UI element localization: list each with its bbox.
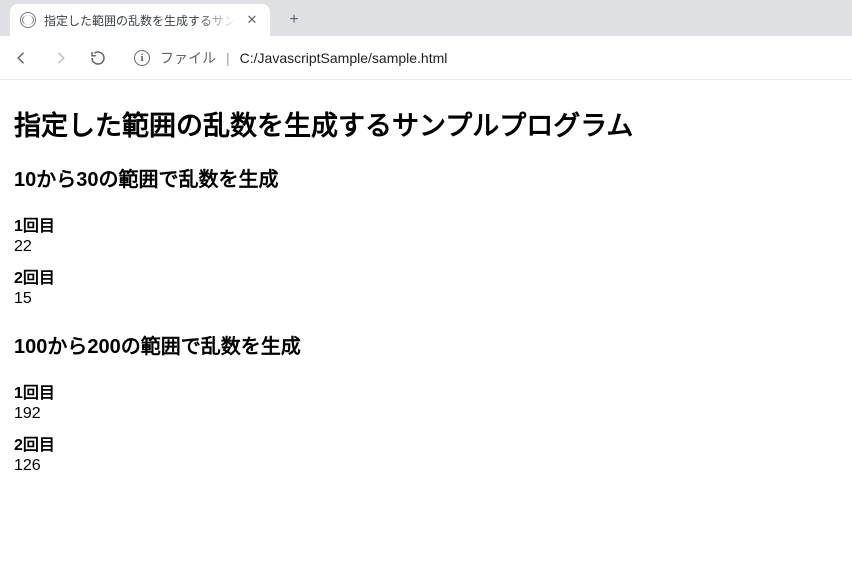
back-button[interactable] bbox=[10, 46, 34, 70]
trial-label: 2回目 bbox=[14, 431, 838, 455]
new-tab-button[interactable]: + bbox=[280, 6, 308, 34]
reload-button[interactable] bbox=[86, 46, 110, 70]
address-bar[interactable]: i ファイル | C:/JavascriptSample/sample.html bbox=[124, 43, 842, 73]
trial-label: 1回目 bbox=[14, 379, 838, 403]
url-separator: | bbox=[226, 50, 230, 66]
trial-label: 2回目 bbox=[14, 264, 838, 288]
trial-value: 192 bbox=[14, 405, 838, 423]
browser-tab[interactable]: 指定した範囲の乱数を生成するサンプ ✕ bbox=[10, 4, 270, 36]
page-title: 指定した範囲の乱数を生成するサンプルプログラム bbox=[14, 104, 838, 143]
arrow-right-icon bbox=[51, 49, 69, 67]
tab-title: 指定した範囲の乱数を生成するサンプ bbox=[44, 12, 236, 29]
trial-value: 126 bbox=[14, 457, 838, 475]
toolbar: i ファイル | C:/JavascriptSample/sample.html bbox=[0, 36, 852, 80]
section-heading: 100から200の範囲で乱数を生成 bbox=[14, 330, 838, 359]
trial-label: 1回目 bbox=[14, 212, 838, 236]
reload-icon bbox=[89, 49, 107, 67]
globe-icon bbox=[20, 12, 36, 28]
info-icon[interactable]: i bbox=[134, 50, 150, 66]
section: 100から200の範囲で乱数を生成 1回目 192 2回目 126 bbox=[14, 330, 838, 475]
page-content: 指定した範囲の乱数を生成するサンプルプログラム 10から30の範囲で乱数を生成 … bbox=[0, 80, 852, 489]
trial-value: 22 bbox=[14, 238, 838, 256]
trial-value: 15 bbox=[14, 290, 838, 308]
forward-button[interactable] bbox=[48, 46, 72, 70]
arrow-left-icon bbox=[13, 49, 31, 67]
section: 10から30の範囲で乱数を生成 1回目 22 2回目 15 bbox=[14, 163, 838, 308]
url-scheme-label: ファイル bbox=[160, 48, 216, 68]
url-path: C:/JavascriptSample/sample.html bbox=[240, 50, 448, 66]
tab-bar: 指定した範囲の乱数を生成するサンプ ✕ + bbox=[0, 0, 852, 36]
close-icon[interactable]: ✕ bbox=[244, 12, 260, 28]
section-heading: 10から30の範囲で乱数を生成 bbox=[14, 163, 838, 192]
